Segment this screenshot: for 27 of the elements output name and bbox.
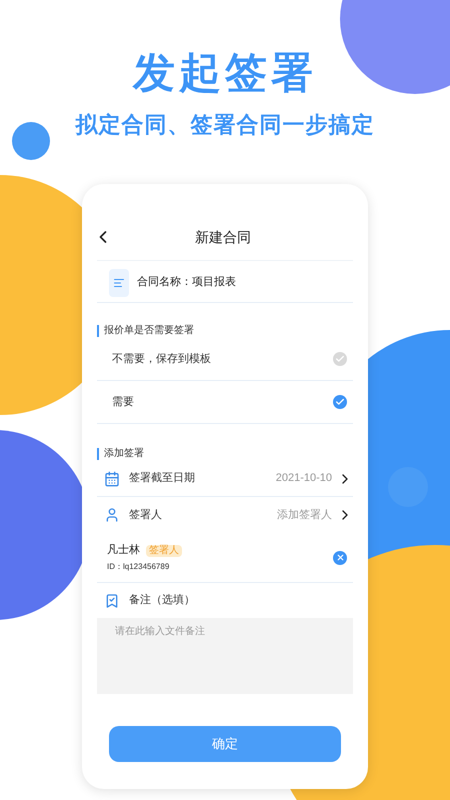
section-heading: 添加签署 [104, 446, 144, 461]
option-label: 需要 [112, 394, 134, 410]
calendar-icon [104, 470, 120, 486]
signer-id: ID：lq123456789 [107, 560, 170, 573]
decor-blob [12, 122, 50, 160]
option-row[interactable]: 不需要，保存到模板 [97, 338, 353, 381]
row-label: 签署截至日期 [129, 471, 195, 486]
option-label: 不需要，保存到模板 [112, 352, 211, 367]
option-row[interactable]: 需要 [97, 381, 353, 424]
note-label: 备注（选填） [129, 592, 195, 608]
subheadline: 拟定合同、签署合同一步搞定 [76, 114, 374, 136]
note-field[interactable]: 请在此输入文件备注 [97, 618, 353, 694]
document-icon [109, 268, 129, 296]
row-value: 添加签署人 [277, 508, 332, 523]
screen-title: 新建合同 [195, 228, 251, 246]
headline: 发起签署 [133, 52, 317, 94]
person-icon [104, 507, 120, 523]
section-heading: 报价单是否需要签署 [104, 324, 194, 338]
signer-tag: 签署人 [146, 544, 182, 556]
remove-icon[interactable] [333, 550, 347, 564]
setting-row[interactable]: 签署截至日期 2021-10-10 [97, 461, 353, 497]
note-icon [104, 592, 120, 608]
setting-row[interactable]: 签署人 添加签署人 [97, 497, 353, 533]
signer-name: 凡士林 [107, 543, 140, 558]
row-label: 签署人 [129, 508, 162, 523]
contract-name: 合同名称：项目报表 [137, 275, 236, 290]
row-value: 2021-10-10 [276, 471, 332, 486]
